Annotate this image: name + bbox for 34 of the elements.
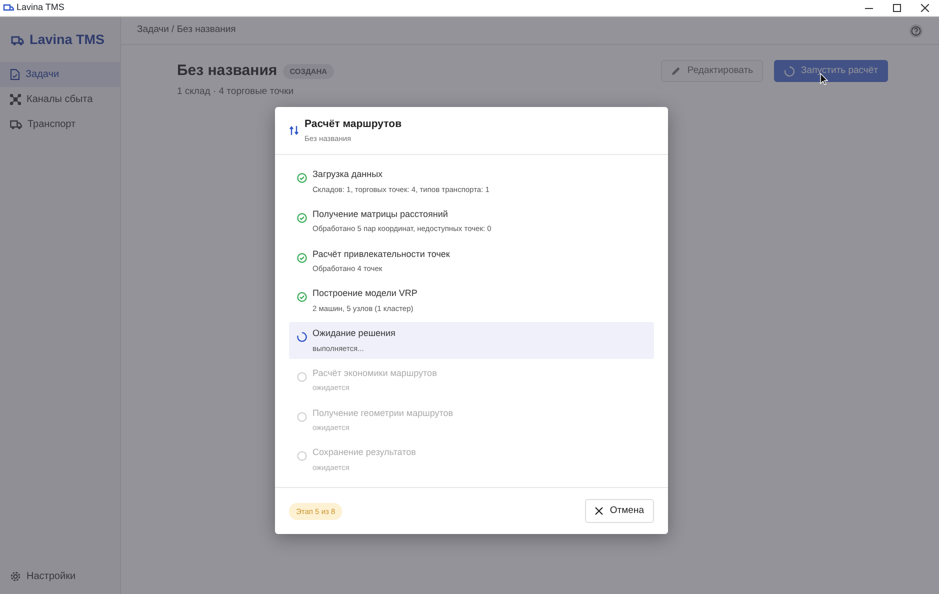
settings-icon [10, 570, 21, 582]
settings-nav-item[interactable]: Настройки [0, 564, 120, 588]
task-summary: 1 склад · 4 торговые точки [177, 85, 295, 100]
step-title: Получение геометрии маршрутов [312, 406, 454, 420]
run-calculation-button[interactable]: Запустить расчёт [774, 60, 888, 82]
breadcrumb: Задачи / Без названия [137, 23, 236, 38]
route-icon [289, 125, 299, 136]
document-icon [10, 69, 20, 80]
nav-item[interactable]: Каналы сбыта [0, 87, 120, 112]
dialog-title: Расчёт маршрутов [304, 117, 402, 132]
maximize-icon [893, 4, 901, 12]
close-icon [921, 4, 929, 12]
step-title: Расчёт привлекательности точек [312, 248, 450, 261]
cancel-button[interactable]: Отмена [584, 499, 654, 524]
pencil-icon [671, 66, 682, 76]
app-icon [2, 4, 14, 12]
close-icon [594, 507, 603, 516]
step-title: Получение матрицы расстояний [312, 208, 449, 221]
help-icon[interactable] [909, 24, 923, 38]
cursor-icon [820, 73, 828, 85]
step-title: Сохранение результатов [312, 446, 416, 460]
app-logo: Lavina TMS [30, 31, 105, 50]
nav-item[interactable]: Транспорт [0, 112, 120, 137]
task-title: Без названия [177, 61, 278, 81]
step-title: Расчёт экономики маршрутов [312, 366, 437, 380]
step-title: Загрузка данных [312, 168, 384, 181]
truck-icon [11, 36, 24, 46]
truck-icon [10, 120, 22, 130]
step-title: Ожидание решения [312, 327, 396, 340]
window-title: Lavina TMS [16, 1, 64, 14]
step-title: Построение модели VRP [312, 287, 418, 300]
spinner-icon [784, 66, 796, 77]
network-icon [10, 94, 21, 105]
nav-item[interactable]: Задачи [0, 62, 120, 87]
